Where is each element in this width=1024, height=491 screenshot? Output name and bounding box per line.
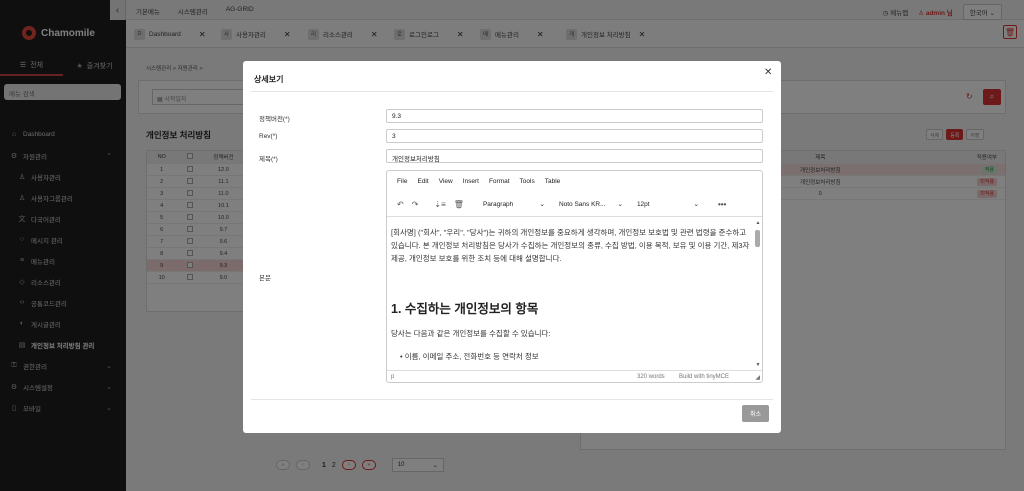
divider	[387, 216, 762, 217]
word-count[interactable]: 320 words	[637, 374, 665, 380]
rev-field[interactable]: 3	[386, 129, 763, 143]
scroll-thumb[interactable]	[755, 230, 760, 247]
menu-insert[interactable]: Insert	[463, 178, 479, 185]
element-path[interactable]: p	[391, 374, 394, 380]
font-family-select[interactable]: Noto Sans KR... ⌄	[556, 197, 626, 211]
body-label: 본문	[259, 275, 271, 282]
editor-paragraph[interactable]: [회사명] ("회사", "우리", "당사")는 귀하의 개인정보를 중요하게…	[391, 226, 751, 265]
rev-label: Rev(*)	[259, 133, 278, 140]
more-icon[interactable]: •••	[718, 200, 726, 209]
editor-toolbar: ↶ ↷ ⇣≡ 🗑 Paragraph ⌄ Noto Sans KR... ⌄ 12p…	[397, 197, 726, 211]
chevron-down-icon: ⌄	[693, 201, 699, 208]
tinymce-brand[interactable]: Build with tinyMCE	[679, 374, 729, 380]
title-field[interactable]: 개인정보처리방침	[386, 149, 763, 163]
font-size-select[interactable]: 12pt ⌄	[634, 197, 702, 211]
redo-icon[interactable]: ↷	[412, 200, 419, 209]
scroll-down-icon[interactable]: ▼	[755, 362, 761, 368]
editor-heading[interactable]: 1. 수집하는 개인정보의 항목	[391, 298, 538, 317]
block-format-select[interactable]: Paragraph ⌄	[480, 197, 548, 211]
scroll-up-icon[interactable]: ▲	[755, 220, 761, 226]
trash-icon[interactable]: 🗑	[454, 200, 464, 209]
divider	[251, 91, 773, 92]
version-label: 정책버전(*)	[259, 116, 290, 123]
format-list-icon[interactable]: ⇣≡	[434, 200, 445, 209]
cancel-button[interactable]: 취소	[742, 405, 769, 422]
editor-list-item[interactable]: • 이름, 이메일 주소, 전화번호 등 연락처 정보	[400, 351, 539, 362]
block-format-value: Paragraph	[482, 200, 514, 208]
undo-icon[interactable]: ↶	[397, 200, 404, 209]
menu-view[interactable]: View	[439, 178, 453, 185]
editor-paragraph[interactable]: 당사는 다음과 같은 개인정보를 수집할 수 있습니다:	[391, 328, 551, 339]
font-family-value: Noto Sans KR...	[558, 200, 606, 208]
font-size-value: 12pt	[636, 200, 650, 208]
menu-format[interactable]: Format	[489, 178, 510, 185]
menu-tools[interactable]: Tools	[520, 178, 535, 185]
divider	[251, 399, 773, 400]
editor-statusbar: p 320 words Build with tinyMCE ◢	[387, 370, 762, 383]
list-item-text: 이름, 이메일 주소, 전화번호 등 연락처 정보	[404, 352, 539, 361]
menu-table[interactable]: Table	[545, 178, 561, 185]
modal-title: 상세보기	[254, 75, 284, 84]
editor-menubar: File Edit View Insert Format Tools Table	[397, 178, 560, 185]
title-label: 제목(*)	[259, 156, 278, 163]
close-icon[interactable]: ✕	[764, 67, 772, 78]
menu-file[interactable]: File	[397, 178, 407, 185]
chevron-down-icon: ⌄	[539, 201, 545, 208]
chevron-down-icon: ⌄	[617, 201, 623, 208]
resize-handle-icon[interactable]: ◢	[755, 374, 760, 381]
menu-edit[interactable]: Edit	[417, 178, 428, 185]
version-field[interactable]: 9.3	[386, 109, 763, 123]
